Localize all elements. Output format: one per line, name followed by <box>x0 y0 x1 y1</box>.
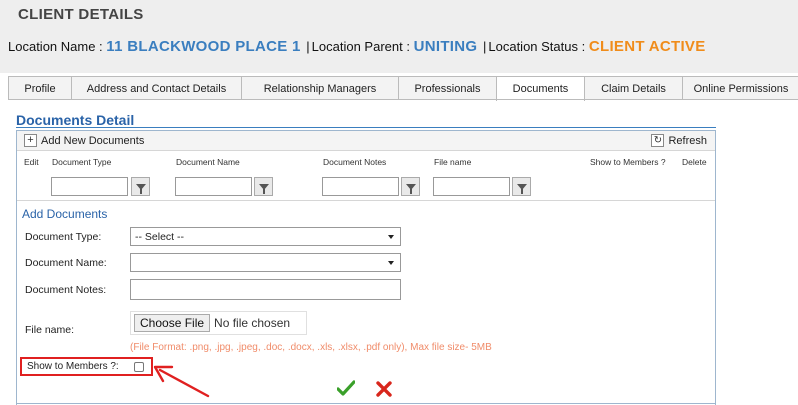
tab-divider <box>8 99 798 100</box>
filter-document-notes-button[interactable] <box>401 177 420 196</box>
filter-icon <box>516 183 527 194</box>
location-status-label: Location Status : <box>488 39 586 54</box>
file-name-label: File name: <box>25 324 75 336</box>
tab-online-permissions[interactable]: Online Permissions <box>682 76 798 100</box>
tab-bar: Profile Address and Contact Details Rela… <box>8 76 798 101</box>
document-type-label: Document Type: <box>25 231 102 243</box>
document-type-value: -- Select -- <box>135 230 185 243</box>
refresh-button[interactable]: ↻ Refresh <box>651 134 707 147</box>
location-name-value: 11 BLACKWOOD PLACE 1 <box>106 38 301 55</box>
plus-icon: + <box>24 134 37 147</box>
section-title: Documents Detail <box>16 112 135 128</box>
tab-address-contact[interactable]: Address and Contact Details <box>71 76 242 100</box>
separator: | <box>306 39 310 54</box>
documents-grid: + Add New Documents ↻ Refresh Edit Docum… <box>16 130 716 405</box>
grid-bottom-rule <box>16 403 716 404</box>
location-info: Location Name : 11 BLACKWOOD PLACE 1 | Lo… <box>8 38 706 55</box>
filter-file-name-input[interactable] <box>433 177 510 196</box>
filter-document-name-button[interactable] <box>254 177 273 196</box>
file-input: Choose File No file chosen <box>130 311 307 335</box>
add-documents-title: Add Documents <box>22 207 108 221</box>
tab-relationship-managers[interactable]: Relationship Managers <box>241 76 399 100</box>
col-document-type[interactable]: Document Type <box>52 157 111 167</box>
tab-documents[interactable]: Documents <box>496 76 585 101</box>
command-bar: + Add New Documents ↻ Refresh <box>17 131 715 151</box>
filter-file-name-button[interactable] <box>512 177 531 196</box>
document-notes-label: Document Notes: <box>25 284 107 296</box>
col-file-name[interactable]: File name <box>434 157 471 167</box>
filter-icon <box>405 183 416 194</box>
arrow-icon <box>153 365 210 398</box>
location-parent-value: UNITING <box>413 38 478 55</box>
document-notes-input[interactable] <box>130 279 401 300</box>
add-new-documents-label: Add New Documents <box>41 134 145 147</box>
col-document-notes[interactable]: Document Notes <box>323 157 386 167</box>
tab-profile[interactable]: Profile <box>8 76 72 100</box>
document-name-select[interactable] <box>130 253 401 272</box>
filter-row <box>17 171 715 201</box>
checkmark-icon[interactable] <box>337 380 355 396</box>
show-to-members-checkbox[interactable] <box>134 362 144 372</box>
separator: | <box>482 39 487 54</box>
filter-icon <box>135 183 146 194</box>
tab-claim-details[interactable]: Claim Details <box>584 76 683 100</box>
location-parent-label: Location Parent : <box>311 39 410 54</box>
filter-document-type-button[interactable] <box>131 177 150 196</box>
show-to-members-highlight: Show to Members ?: <box>20 357 153 376</box>
col-show-to-members[interactable]: Show to Members ? <box>590 157 666 167</box>
page-title: CLIENT DETAILS <box>18 6 144 23</box>
col-document-name[interactable]: Document Name <box>176 157 240 167</box>
show-to-members-label: Show to Members ?: <box>27 361 119 372</box>
cross-icon[interactable] <box>376 381 392 397</box>
document-name-label: Document Name: <box>25 257 107 269</box>
refresh-icon: ↻ <box>651 134 665 147</box>
chevron-down-icon <box>388 235 394 239</box>
column-headers: Edit Document Type Document Name Documen… <box>17 152 715 170</box>
file-format-note: (File Format: .png, .jpg, .jpeg, .doc, .… <box>130 342 492 353</box>
title-rule <box>16 127 716 128</box>
no-file-text: No file chosen <box>214 316 291 330</box>
filter-document-notes-input[interactable] <box>322 177 399 196</box>
refresh-label: Refresh <box>668 134 707 147</box>
col-delete: Delete <box>682 157 707 167</box>
location-status-value: CLIENT ACTIVE <box>588 38 706 55</box>
filter-document-type-input[interactable] <box>51 177 128 196</box>
choose-file-button[interactable]: Choose File <box>134 314 211 332</box>
location-name-label: Location Name : <box>8 39 103 54</box>
chevron-down-icon <box>388 261 394 265</box>
filter-icon <box>258 183 269 194</box>
document-type-select[interactable]: -- Select -- <box>130 227 401 246</box>
tab-professionals[interactable]: Professionals <box>398 76 497 100</box>
col-edit: Edit <box>24 157 39 167</box>
add-new-documents-button[interactable]: + Add New Documents <box>24 134 144 147</box>
filter-document-name-input[interactable] <box>175 177 252 196</box>
